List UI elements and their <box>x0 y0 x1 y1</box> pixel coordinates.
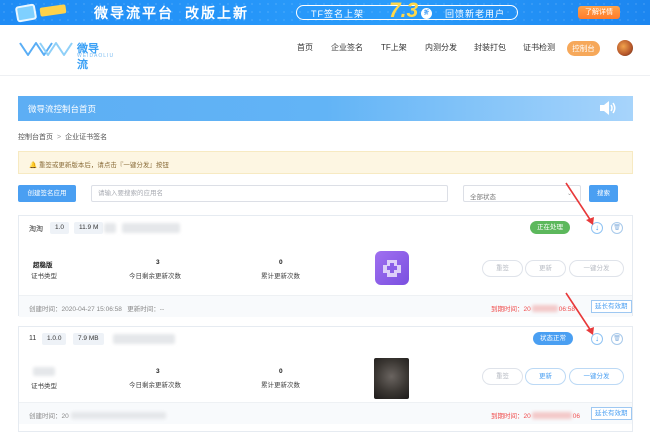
breadcrumb-separator-icon: > <box>57 134 62 141</box>
nav-tf-listing[interactable]: TF上架 <box>381 42 407 53</box>
total-updates-label: 累计更新次数 <box>261 382 300 389</box>
remaining-updates-value: 3 <box>156 259 160 266</box>
remaining-updates-value: 3 <box>156 368 160 375</box>
app-card-footer: 创建时间：2020-04-27 15:06:58 更新时间：-- 到期时间：20… <box>19 295 632 317</box>
app-card: 11 1.0.0 7.9 MB 状态正常 ↓ 🗑 证书类型 3 今日剩余更新次数… <box>18 326 633 432</box>
updated-time-label: 更新时间： <box>127 306 160 313</box>
site-header: 微导流 WEIDAOLIU 首页 企业签名 TF上架 内测分发 封装打包 证书检… <box>0 25 650 75</box>
annotation-arrow-icon <box>565 182 594 225</box>
update-button[interactable]: 更新 <box>525 368 566 385</box>
notice-message: 重签或更新版本后，请点击『一键分发』按钮 <box>38 162 169 169</box>
logo-wave-icon <box>19 42 73 56</box>
header-divider <box>0 75 650 76</box>
expire-time-label: 到期时间： <box>491 413 524 420</box>
app-name: 淘淘 <box>29 226 43 233</box>
expire-time: 到期时间：20 06 <box>491 410 580 420</box>
puzzle-icon <box>383 260 401 277</box>
cert-type-value: 超稳版 <box>33 262 53 269</box>
app-icon <box>374 358 409 399</box>
nav-home[interactable]: 首页 <box>297 42 313 53</box>
expire-time-label: 到期时间： <box>491 306 524 313</box>
create-sign-app-button[interactable]: 创建签名应用 <box>18 185 76 202</box>
created-time: 创建时间：20 <box>29 410 166 420</box>
expire-time-value: 20 <box>523 413 531 420</box>
one-click-distribute-button[interactable]: 一键分发 <box>569 368 624 385</box>
app-search-input[interactable] <box>91 185 448 202</box>
promo-title: 微导流平台 <box>94 5 174 21</box>
user-avatar[interactable] <box>617 40 633 56</box>
redacted-block <box>531 412 572 419</box>
created-time: 创建时间：2020-04-27 15:06:58 更新时间：-- <box>29 303 164 313</box>
breadcrumb-console-home[interactable]: 控制台首页 <box>18 134 53 141</box>
app-version-chip: 1.0.0 <box>42 333 67 345</box>
promo-illustration <box>6 2 72 23</box>
one-click-distribute-button[interactable]: 一键分发 <box>569 260 624 277</box>
promo-offer-pill: TF签名上架 7.3 折 回馈新老用户 <box>296 0 518 22</box>
expire-time-value: 20 <box>523 306 531 313</box>
app-card-header: 11 1.0.0 7.9 MB 状态正常 ↓ 🗑 <box>19 327 632 351</box>
app-size-chip: 11.9 M <box>74 222 104 234</box>
nav-enterprise-sign[interactable]: 企业签名 <box>331 42 363 53</box>
breadcrumb: 控制台首页 > 企业证书签名 <box>18 132 107 142</box>
resign-button[interactable]: 重签 <box>482 368 523 385</box>
app-card-footer: 创建时间：20 到期时间：20 06 延长有效期 <box>19 402 632 424</box>
promo-banner[interactable]: 微导流平台 改版上新 TF签名上架 7.3 折 回馈新老用户 了解详情 <box>0 0 650 25</box>
created-time-label: 创建时间： <box>29 306 62 313</box>
breadcrumb-current: 企业证书签名 <box>65 134 108 141</box>
redacted-block <box>122 223 180 233</box>
created-time-label: 创建时间： <box>29 413 62 420</box>
app-card: 淘淘 1.0 11.9 M 正在处理 ↓ 🗑 超稳版 证书类型 3 今日剩余更新… <box>18 215 633 317</box>
total-updates-value: 0 <box>279 259 283 266</box>
status-filter-value: 全部状态 <box>470 194 496 201</box>
console-button[interactable]: 控制台 <box>567 41 600 56</box>
redacted-block <box>104 223 116 233</box>
notice-bar: 🔔 重签或更新版本后，请点击『一键分发』按钮 <box>18 151 633 174</box>
cert-type-label: 证书类型 <box>31 383 57 390</box>
nav-beta-distribution[interactable]: 内测分发 <box>425 42 457 53</box>
promo-subtitle: 改版上新 <box>185 5 249 21</box>
created-time-value: 2020-04-27 15:06:58 <box>61 306 122 313</box>
update-button[interactable]: 更新 <box>525 260 566 277</box>
promo-detail-button[interactable]: 了解详情 <box>578 6 620 19</box>
bell-icon: 🔔 <box>29 162 38 169</box>
console-banner: 微导流控制台首页 <box>18 96 633 121</box>
delete-icon[interactable]: 🗑 <box>611 333 623 345</box>
promo-price: 7.3 <box>389 0 419 22</box>
redacted-block <box>113 334 175 344</box>
nav-packaging[interactable]: 封装打包 <box>474 42 506 53</box>
total-updates-value: 0 <box>279 368 283 375</box>
resign-button[interactable]: 重签 <box>482 260 523 277</box>
expire-time-tail: 06 <box>572 413 580 420</box>
console-title: 微导流控制台首页 <box>28 104 97 114</box>
promo-price-suffix: 折 <box>421 8 432 19</box>
promo-feedback-text: 回馈新老用户 <box>445 9 506 19</box>
redacted-block <box>33 367 55 376</box>
cert-type-label: 证书类型 <box>31 273 57 280</box>
speaker-icon[interactable] <box>599 100 617 118</box>
redacted-block <box>531 305 558 312</box>
app-version-chip: 1.0 <box>50 222 70 234</box>
created-time-value: 20 <box>61 413 69 420</box>
annotation-arrow-icon <box>565 292 594 335</box>
notice-text: 🔔 重签或更新版本后，请点击『一键分发』按钮 <box>29 159 169 169</box>
updated-time-value: -- <box>159 306 165 313</box>
app-name: 11 <box>29 335 37 342</box>
app-card-header: 淘淘 1.0 11.9 M 正在处理 ↓ 🗑 <box>19 216 632 240</box>
extend-validity-button[interactable]: 延长有效期 <box>591 407 632 420</box>
delete-icon[interactable]: 🗑 <box>611 222 623 234</box>
promo-tf-text: TF签名上架 <box>311 9 364 19</box>
app-size-chip: 7.9 MB <box>73 333 104 345</box>
site-logo[interactable]: 微导流 WEIDAOLIU <box>18 37 113 71</box>
logo-subtitle: WEIDAOLIU <box>77 53 115 59</box>
app-icon <box>375 251 409 285</box>
redacted-block <box>70 412 166 419</box>
remaining-updates-label: 今日剩余更新次数 <box>129 382 181 389</box>
nav-cert-check[interactable]: 证书检测 <box>523 42 555 53</box>
remaining-updates-label: 今日剩余更新次数 <box>129 273 181 280</box>
total-updates-label: 累计更新次数 <box>261 273 300 280</box>
